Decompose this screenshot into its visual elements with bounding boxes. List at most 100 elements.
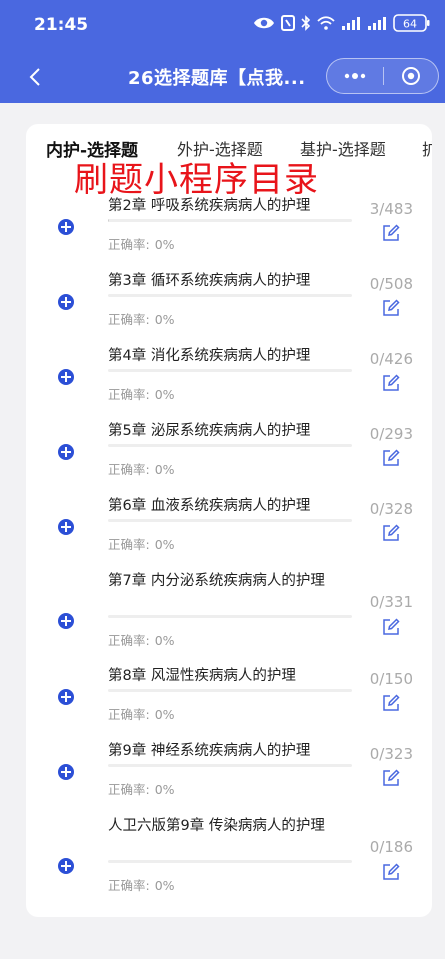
signal-icon-2 bbox=[368, 17, 386, 30]
accuracy-value: 0% bbox=[154, 237, 175, 252]
accuracy-value: 0% bbox=[154, 707, 175, 722]
accuracy-value: 0% bbox=[154, 462, 175, 477]
question-count: 0/328 bbox=[369, 500, 413, 518]
title-bar: 26选择题库【点我... bbox=[0, 52, 445, 103]
bluetooth-icon bbox=[301, 15, 311, 31]
question-count: 0/323 bbox=[369, 745, 413, 763]
progress-bar bbox=[108, 444, 352, 447]
chapter-card: 内护-选择题 外护-选择题 基护-选择题 扩 刷题小程序目录 第2章 呼吸系统疾… bbox=[26, 124, 432, 917]
accuracy-value: 0% bbox=[154, 312, 175, 327]
progress-bar bbox=[108, 519, 352, 522]
accuracy-label: 正确率: bbox=[108, 537, 150, 552]
progress-bar bbox=[108, 764, 352, 767]
plus-icon[interactable] bbox=[58, 219, 74, 235]
wifi-icon bbox=[317, 16, 335, 30]
status-bar: 21:45 64 bbox=[0, 0, 445, 52]
chapter-title: 第5章 泌尿系统疾病病人的护理 bbox=[108, 423, 311, 439]
edit-icon[interactable] bbox=[382, 618, 400, 636]
menu-capsule bbox=[326, 58, 439, 94]
accuracy-label: 正确率: bbox=[108, 312, 150, 327]
accuracy-label: 正确率: bbox=[108, 878, 150, 893]
chapter-title: 第3章 循环系统疾病病人的护理 bbox=[108, 273, 311, 289]
edit-icon[interactable] bbox=[382, 374, 400, 392]
plus-icon[interactable] bbox=[58, 519, 74, 535]
question-count: 0/150 bbox=[369, 670, 413, 688]
accuracy-rate: 正确率: 0% bbox=[108, 309, 175, 328]
status-icons: 64 bbox=[253, 14, 431, 32]
edit-icon[interactable] bbox=[382, 224, 400, 242]
close-button[interactable] bbox=[384, 59, 438, 93]
progress-bar bbox=[108, 219, 352, 222]
chapter-row[interactable]: 第7章 内分泌系统疾病病人的护理 正确率: 0% 0/331 bbox=[26, 567, 432, 662]
accuracy-rate: 正确率: 0% bbox=[108, 779, 175, 798]
accuracy-rate: 正确率: 0% bbox=[108, 534, 175, 553]
accuracy-label: 正确率: bbox=[108, 707, 150, 722]
plus-icon[interactable] bbox=[58, 294, 74, 310]
page-title: 26选择题库【点我... bbox=[128, 68, 306, 89]
accuracy-rate: 正确率: 0% bbox=[108, 704, 175, 723]
edit-icon[interactable] bbox=[382, 299, 400, 317]
progress-bar bbox=[108, 860, 352, 863]
more-button[interactable] bbox=[327, 59, 383, 93]
chapter-title: 第7章 内分泌系统疾病病人的护理 bbox=[108, 573, 325, 589]
progress-bar bbox=[108, 294, 352, 297]
chapter-row[interactable]: 第9章 神经系统疾病病人的护理 正确率: 0% 0/323 bbox=[26, 737, 432, 812]
question-count: 0/508 bbox=[369, 275, 413, 293]
chapter-title: 人卫六版第9章 传染病病人的护理 bbox=[108, 818, 325, 834]
plus-icon[interactable] bbox=[58, 689, 74, 705]
edit-icon[interactable] bbox=[382, 449, 400, 467]
question-count: 0/293 bbox=[369, 425, 413, 443]
plus-icon[interactable] bbox=[58, 764, 74, 780]
chapter-row[interactable]: 第2章 呼吸系统疾病病人的护理 正确率: 0% 3/483 bbox=[26, 192, 432, 267]
chapter-row[interactable]: 第8章 风湿性疾病病人的护理 正确率: 0% 0/150 bbox=[26, 662, 432, 737]
chapter-row[interactable]: 第6章 血液系统疾病病人的护理 正确率: 0% 0/328 bbox=[26, 492, 432, 567]
back-icon bbox=[29, 68, 40, 86]
tab-more[interactable]: 扩 bbox=[422, 136, 432, 160]
accuracy-rate: 正确率: 0% bbox=[108, 384, 175, 403]
progress-bar bbox=[108, 615, 352, 618]
more-icon bbox=[344, 73, 366, 79]
question-count: 0/426 bbox=[369, 350, 413, 368]
back-button[interactable] bbox=[22, 62, 48, 92]
chapter-row[interactable]: 第3章 循环系统疾病病人的护理 正确率: 0% 0/508 bbox=[26, 267, 432, 342]
plus-icon[interactable] bbox=[58, 369, 74, 385]
plus-icon[interactable] bbox=[58, 858, 74, 874]
accuracy-value: 0% bbox=[154, 633, 175, 648]
chapter-title: 第6章 血液系统疾病病人的护理 bbox=[108, 498, 311, 514]
header: 21:45 64 26选择题库【点我... bbox=[0, 0, 445, 103]
progress-fill bbox=[108, 219, 110, 222]
progress-bar bbox=[108, 369, 352, 372]
chapter-title: 第8章 风湿性疾病病人的护理 bbox=[108, 668, 296, 684]
chapter-row[interactable]: 人卫六版第9章 传染病病人的护理 正确率: 0% 0/186 bbox=[26, 812, 432, 907]
accuracy-label: 正确率: bbox=[108, 633, 150, 648]
chapter-title: 第4章 消化系统疾病病人的护理 bbox=[108, 348, 311, 364]
signal-icon bbox=[342, 17, 360, 30]
accuracy-rate: 正确率: 0% bbox=[108, 875, 175, 894]
battery-level: 64 bbox=[403, 18, 417, 31]
chapter-title: 第9章 神经系统疾病病人的护理 bbox=[108, 743, 311, 759]
accuracy-value: 0% bbox=[154, 782, 175, 797]
accuracy-value: 0% bbox=[154, 537, 175, 552]
question-count: 3/483 bbox=[369, 200, 413, 218]
question-count: 0/186 bbox=[369, 838, 413, 856]
chapter-title: 第2章 呼吸系统疾病病人的护理 bbox=[108, 198, 311, 214]
close-icon bbox=[402, 67, 420, 85]
status-time: 21:45 bbox=[34, 15, 89, 35]
battery-icon: 64 bbox=[393, 14, 430, 32]
chapter-row[interactable]: 第4章 消化系统疾病病人的护理 正确率: 0% 0/426 bbox=[26, 342, 432, 417]
accuracy-label: 正确率: bbox=[108, 387, 150, 402]
plus-icon[interactable] bbox=[58, 444, 74, 460]
edit-icon[interactable] bbox=[382, 694, 400, 712]
progress-bar bbox=[108, 689, 352, 692]
accuracy-value: 0% bbox=[154, 878, 175, 893]
plus-icon[interactable] bbox=[58, 613, 74, 629]
edit-icon[interactable] bbox=[382, 524, 400, 542]
chapter-row[interactable]: 第5章 泌尿系统疾病病人的护理 正确率: 0% 0/293 bbox=[26, 417, 432, 492]
edit-icon[interactable] bbox=[382, 769, 400, 787]
edit-icon[interactable] bbox=[382, 863, 400, 881]
accuracy-label: 正确率: bbox=[108, 237, 150, 252]
accuracy-rate: 正确率: 0% bbox=[108, 459, 175, 478]
nfc-icon bbox=[281, 15, 295, 31]
accuracy-label: 正确率: bbox=[108, 462, 150, 477]
accuracy-rate: 正确率: 0% bbox=[108, 234, 175, 253]
